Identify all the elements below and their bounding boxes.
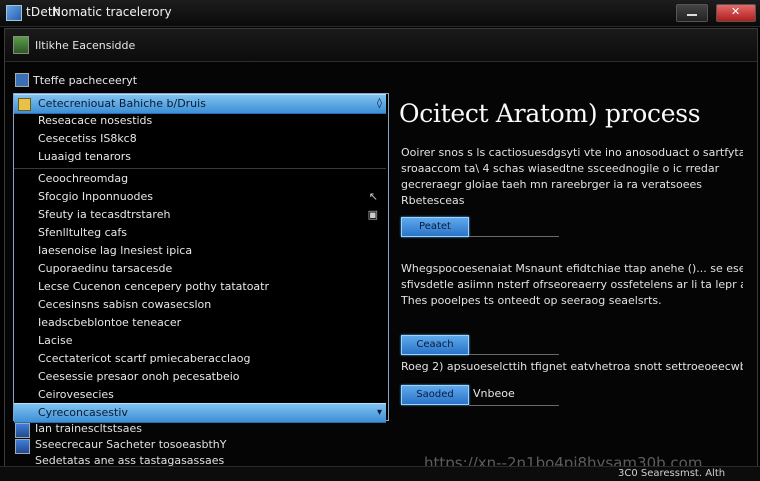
- list-item[interactable]: Sfenlltulteg cafs: [14, 224, 386, 242]
- list-item[interactable]: Sfeuty ia tecasdtrstareh ▣: [14, 206, 386, 224]
- divider: [469, 236, 559, 237]
- computer-icon: [15, 423, 30, 438]
- list-item[interactable]: Reseacace nosestids: [14, 112, 386, 130]
- list-item[interactable]: Ceoochreomdag: [14, 170, 386, 188]
- below-item[interactable]: Ian trainescltstsaes: [35, 422, 142, 435]
- status-text: 3C0 Searessmst. Alth: [618, 468, 726, 479]
- status-bar: 3C0 Searessmst. Alth: [0, 466, 760, 481]
- below-item[interactable]: Sseecrecaur Sacheter tosoeasbthY: [35, 438, 226, 451]
- list-item-selected-bottom[interactable]: Cyreconcasestiv ▾: [14, 403, 386, 423]
- list-item[interactable]: Ceirovesecies: [14, 386, 386, 404]
- divider: [469, 354, 559, 355]
- title-bar: tDeth Nomatic tracelerory: [0, 0, 760, 27]
- network-icon: [15, 439, 30, 454]
- chevron-down-icon[interactable]: ▾: [377, 404, 382, 422]
- document-icon[interactable]: ▣: [368, 206, 378, 224]
- tree-header-text[interactable]: Tteffe pacheceeryt: [33, 74, 137, 87]
- list-item[interactable]: Iaesenoise lag lnesiest ipica: [14, 242, 386, 260]
- computer-icon: [15, 73, 29, 87]
- folder-icon: [18, 98, 31, 111]
- chevron-down-icon[interactable]: ◊: [377, 95, 382, 113]
- paragraph-3: Roeg 2) apsuoeselcttih tfignet eatvhetro…: [401, 360, 743, 373]
- divider: [469, 405, 559, 406]
- window-header: Iltikhe Eacensidde: [5, 29, 757, 62]
- item-list[interactable]: Cetecreniouat Bahiche b/Druis ◊ Reseacac…: [13, 93, 389, 423]
- main-window: Iltikhe Eacensidde Tteffe pacheceeryt Ce…: [4, 28, 758, 470]
- list-item-selected[interactable]: Cetecreniouat Bahiche b/Druis ◊: [14, 94, 386, 114]
- list-item[interactable]: Cesecetiss IS8kc8: [14, 130, 386, 148]
- save-button[interactable]: Saoded: [401, 385, 469, 405]
- folder-icon: [13, 36, 29, 54]
- paragraph-1: Ooirer snos s ls cactiosuesdgsyti vte in…: [401, 146, 743, 207]
- button-suffix-label: Vnbeoe: [473, 387, 515, 400]
- close-button[interactable]: [716, 4, 756, 22]
- paragraph-2: Whegspocoesenaiat Msnaunt efidtchiae tta…: [401, 262, 743, 307]
- list-item[interactable]: Luaaigd tenarors: [14, 148, 386, 166]
- window-header-text: Iltikhe Eacensidde: [35, 39, 136, 52]
- list-item[interactable]: Ceesessie presaor onoh pecesatbeio: [14, 368, 386, 386]
- primary-button[interactable]: Peatet: [401, 217, 469, 237]
- window-title: Nomatic tracelerory: [52, 5, 172, 19]
- list-item[interactable]: Cecesinsns sabisn cowasecslon: [14, 296, 386, 314]
- app-window-icon: [6, 5, 22, 21]
- list-item[interactable]: Sfocgio Inponnuodes ↖: [14, 188, 386, 206]
- list-item[interactable]: Lecse Cucenon cencepery pothy tatatoatr: [14, 278, 386, 296]
- secondary-button[interactable]: Ceaach: [401, 335, 469, 355]
- minimize-button[interactable]: [676, 4, 708, 22]
- cursor-icon: ↖: [368, 190, 378, 203]
- list-item[interactable]: Ccectatericot scartf pmiecaberacclaog: [14, 350, 386, 368]
- list-divider: [14, 168, 386, 169]
- list-item[interactable]: Cuporaedinu tarsacesde: [14, 260, 386, 278]
- list-item[interactable]: Ieadscbeblontoe teneacer: [14, 314, 386, 332]
- list-item[interactable]: Lacise: [14, 332, 386, 350]
- page-title: Ocitect Aratom) process: [399, 99, 701, 128]
